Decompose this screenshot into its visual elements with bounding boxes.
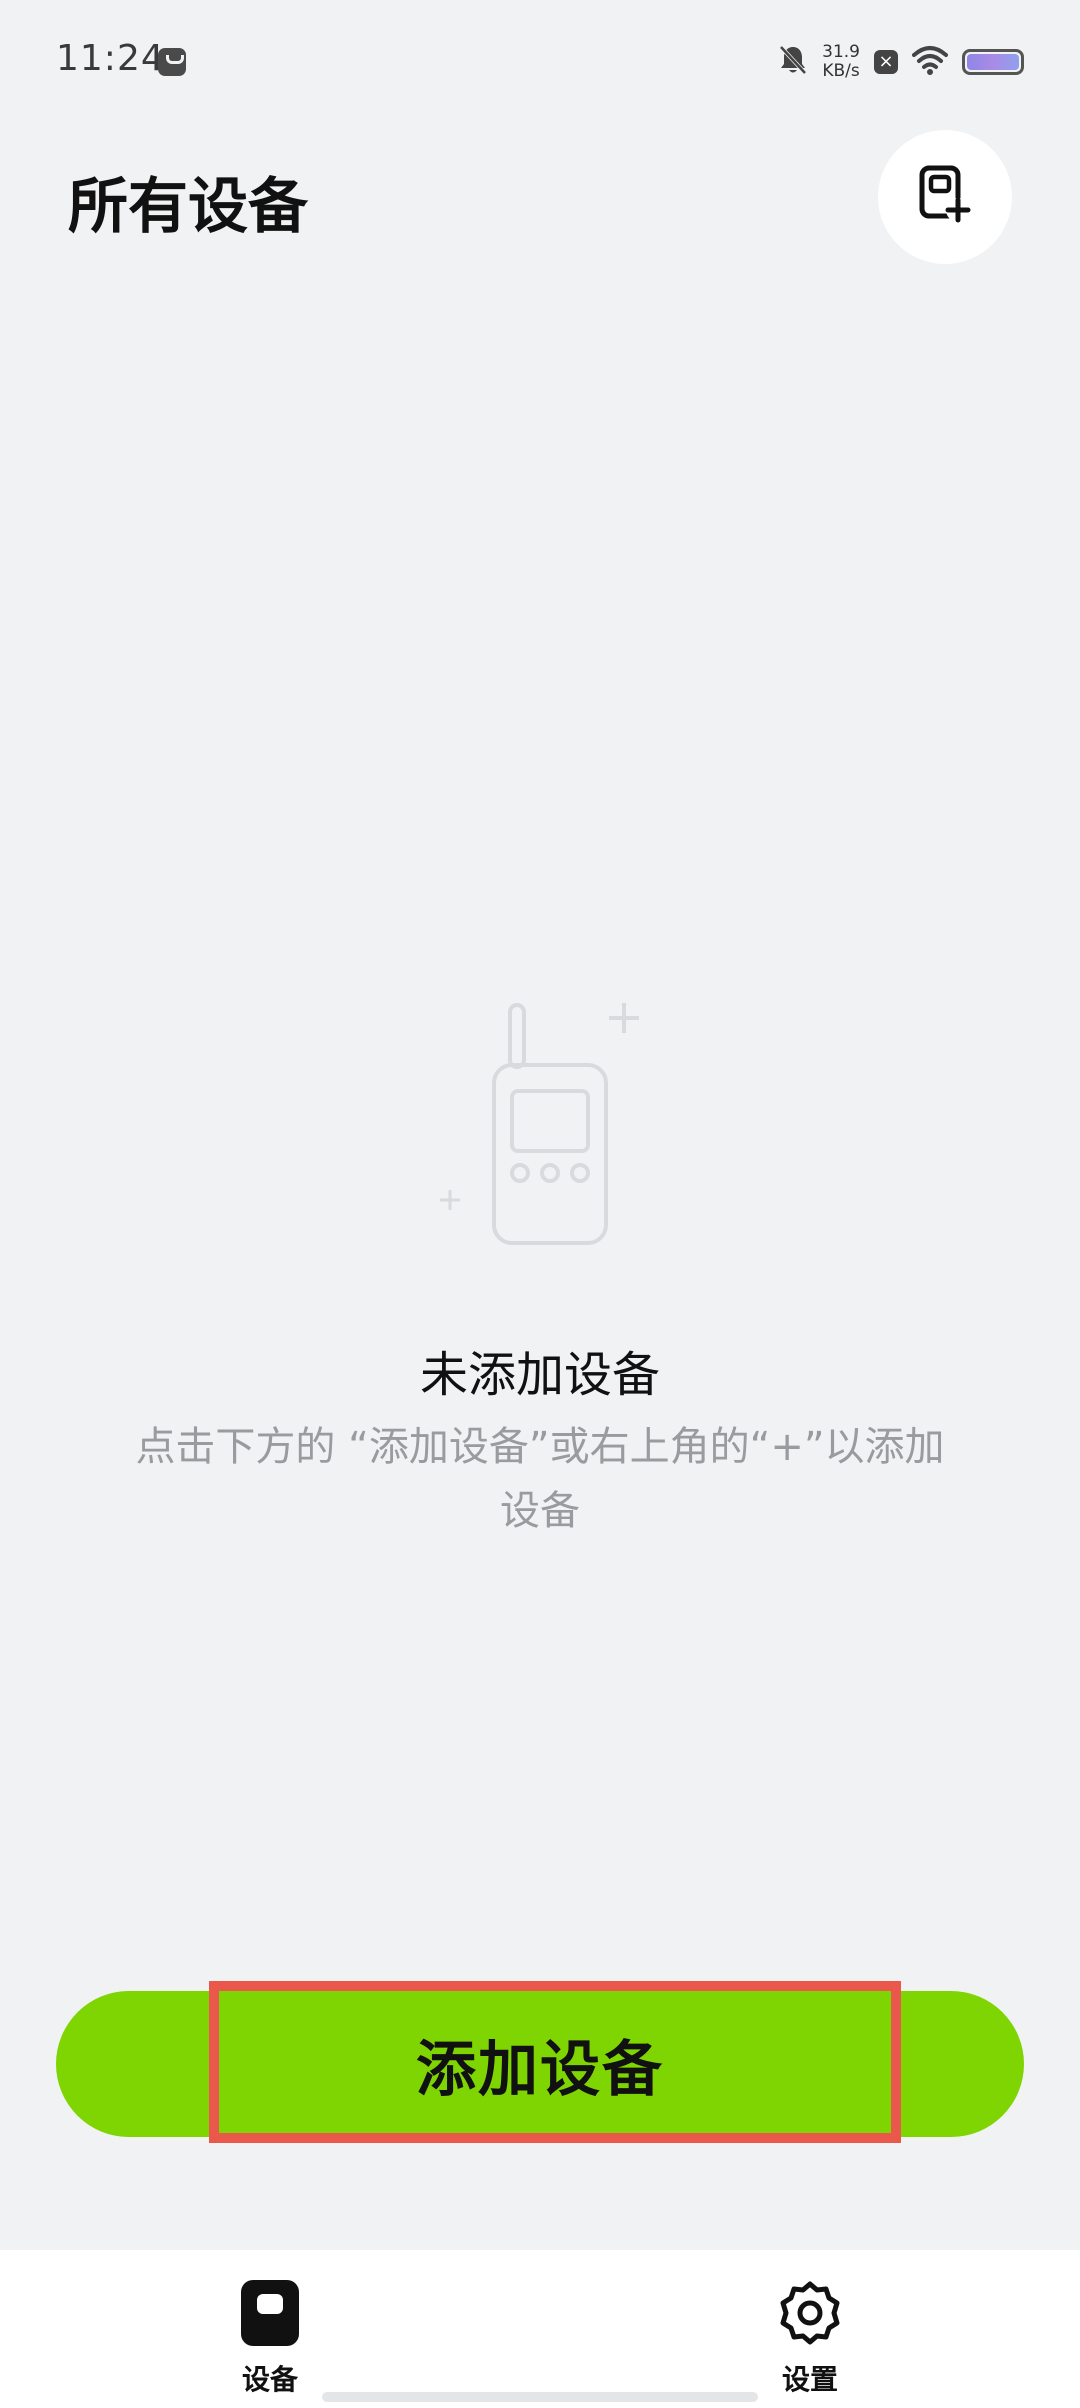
bottom-nav: 设备 设置 (0, 2250, 1080, 2408)
add-device-button[interactable]: 添加设备 (56, 1991, 1024, 2137)
add-device-header-button[interactable] (878, 130, 1012, 264)
nav-label-settings: 设置 (781, 2363, 838, 2396)
bell-muted-icon (778, 44, 808, 80)
settings-gear-icon (777, 2280, 843, 2350)
status-icons: 31.9 KB/s × (778, 40, 1024, 84)
network-speed-unit: KB/s (822, 61, 860, 81)
battery-level (967, 54, 1019, 70)
empty-state-title: 未添加设备 (419, 1347, 660, 1403)
home-indicator[interactable] (322, 2392, 758, 2402)
close-box-icon: × (874, 50, 898, 74)
status-time: 11:24 (56, 38, 165, 79)
nav-label-devices: 设备 (241, 2363, 298, 2396)
notification-app-icon (158, 48, 186, 76)
add-device-button-label: 添加设备 (416, 2034, 664, 2105)
walkie-talkie-icon (430, 995, 650, 1255)
empty-state-description: 点击下方的 “添加设备”或右上角的“+”以添加设备 (135, 1424, 945, 1534)
page-title: 所有设备 (68, 172, 308, 242)
device-icon (241, 2280, 299, 2350)
status-bar: 11:24 31.9 KB/s × (0, 0, 1080, 120)
network-speed: 31.9 KB/s (822, 43, 860, 81)
nav-item-settings[interactable]: 设置 (730, 2280, 890, 2398)
wifi-icon (912, 45, 948, 79)
battery-icon (962, 49, 1024, 75)
network-speed-value: 31.9 (822, 42, 860, 62)
add-device-icon (917, 165, 973, 229)
nav-item-devices[interactable]: 设备 (190, 2280, 350, 2398)
